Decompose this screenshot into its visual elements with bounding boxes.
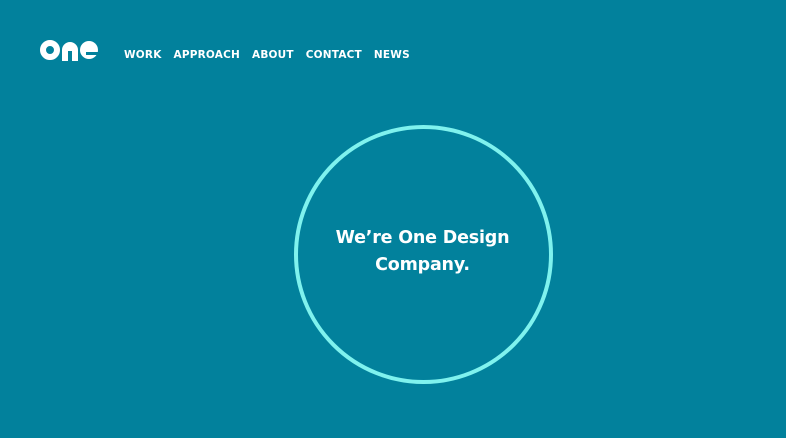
hero-headline: We’re One Design Company. (335, 228, 510, 275)
nav-about-link[interactable]: ABOUT (252, 48, 294, 62)
nav-news-link[interactable]: NEWS (374, 48, 410, 62)
nav-work-link[interactable]: WORK (124, 48, 162, 62)
one-logo[interactable] (40, 39, 100, 61)
nav-contact-link[interactable]: CONTACT (306, 48, 362, 62)
page-background: WORK APPROACH ABOUT CONTACT NEWS We’re O… (0, 0, 786, 438)
nav-approach-link[interactable]: APPROACH (174, 48, 240, 62)
main-nav: WORK APPROACH ABOUT CONTACT NEWS (124, 48, 410, 62)
